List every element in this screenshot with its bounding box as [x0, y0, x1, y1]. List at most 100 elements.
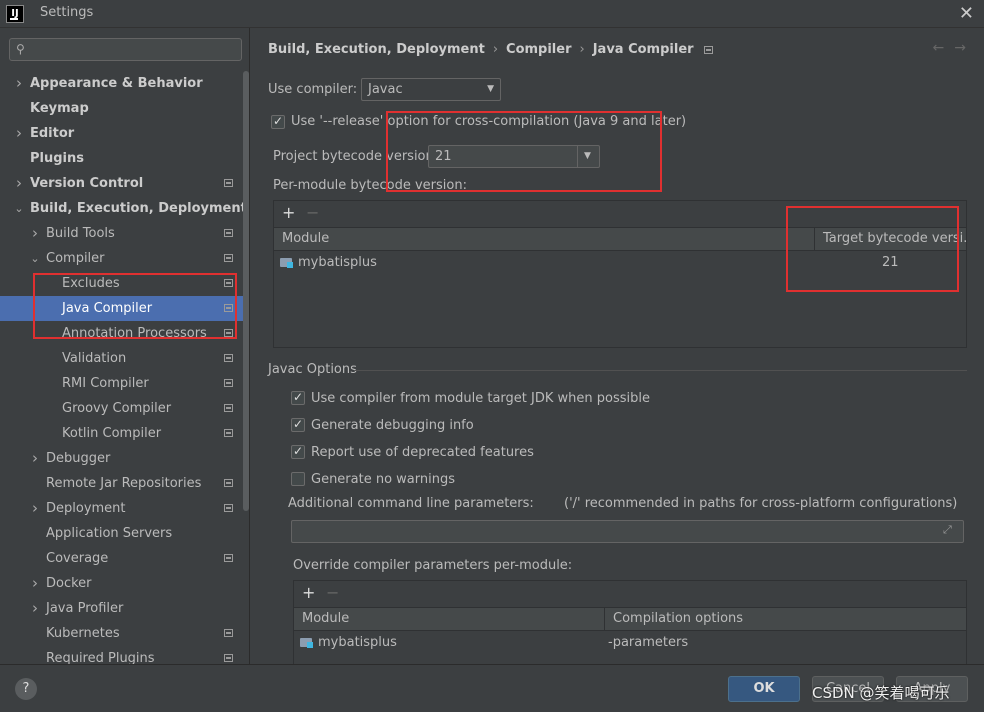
sidebar-item-application-servers[interactable]: Application Servers — [0, 521, 249, 546]
sidebar-item-kotlin-compiler[interactable]: Kotlin Compiler — [0, 421, 249, 446]
use-compiler-select[interactable]: Javac ▼ — [361, 78, 501, 101]
back-arrow-icon[interactable]: ← — [933, 40, 955, 56]
project-settings-icon — [224, 429, 233, 437]
sidebar-item-deployment[interactable]: › Deployment — [0, 496, 249, 521]
intellij-app-icon: IJ — [6, 5, 24, 23]
additional-params-label: Additional command line parameters: — [288, 496, 534, 511]
sidebar-item-keymap[interactable]: Keymap — [0, 96, 249, 121]
ok-button[interactable]: OK — [728, 676, 800, 702]
sidebar-item-java-profiler[interactable]: › Java Profiler — [0, 596, 249, 621]
java-compiler-panel: Build, Execution, Deployment › Compiler › Ja… — [251, 28, 984, 668]
chevron-right-icon[interactable]: › — [14, 121, 24, 146]
chevron-right-icon[interactable]: › — [30, 596, 40, 621]
table-row[interactable]: mybatisplus -parameters — [294, 631, 966, 655]
deprecated-checkbox[interactable] — [291, 444, 305, 459]
breadcrumb-java-compiler: Java Compiler — [592, 42, 694, 57]
sidebar-item-label: Annotation Processors — [62, 326, 207, 341]
project-settings-icon — [224, 654, 233, 662]
sidebar-item-label: Remote Jar Repositories — [46, 476, 202, 491]
sidebar-item-excludes[interactable]: Excludes — [0, 271, 249, 296]
settings-sidebar: ⚲ › Appearance & Behavior Keymap › Editor Plu… — [0, 28, 250, 664]
module-name: mybatisplus — [298, 255, 377, 270]
add-icon[interactable]: + — [282, 203, 295, 222]
help-icon[interactable]: ? — [15, 678, 37, 700]
chevron-right-icon[interactable]: › — [30, 221, 40, 246]
chevron-right-icon[interactable]: › — [14, 171, 24, 196]
breadcrumb-separator: › — [579, 42, 585, 57]
sidebar-item-build-tools[interactable]: › Build Tools — [0, 221, 249, 246]
section-divider — [355, 370, 967, 371]
no-warnings-label: Generate no warnings — [311, 472, 456, 487]
release-option-checkbox[interactable] — [271, 114, 285, 129]
use-module-jdk-label: Use compiler from module target JDK when… — [311, 391, 650, 406]
sidebar-item-kubernetes[interactable]: Kubernetes — [0, 621, 249, 646]
sidebar-item-rmi-compiler[interactable]: RMI Compiler — [0, 371, 249, 396]
sidebar-item-label: Application Servers — [46, 526, 173, 541]
sidebar-item-docker[interactable]: › Docker — [0, 571, 249, 596]
table-toolbar: + − — [294, 581, 966, 605]
add-icon[interactable]: + — [302, 583, 315, 602]
sidebar-item-appearance-behavior[interactable]: › Appearance & Behavior — [0, 71, 249, 96]
sidebar-item-label: RMI Compiler — [62, 376, 149, 391]
sidebar-item-label: Build, Execution, Deployment — [30, 201, 247, 216]
table-header: Module Compilation options — [294, 607, 966, 631]
module-name: mybatisplus — [318, 635, 397, 650]
project-settings-icon — [224, 354, 233, 362]
search-icon: ⚲ — [16, 42, 25, 56]
chevron-right-icon[interactable]: › — [30, 571, 40, 596]
additional-params-hint: ('/' recommended in paths for cross-plat… — [564, 496, 958, 511]
column-header-module[interactable]: Module — [294, 608, 604, 630]
sidebar-item-label: Java Compiler — [62, 301, 153, 316]
chevron-right-icon[interactable]: › — [30, 496, 40, 521]
close-icon[interactable]: ✕ — [959, 3, 974, 24]
sidebar-item-editor[interactable]: › Editor — [0, 121, 249, 146]
sidebar-item-annotation-processors[interactable]: Annotation Processors — [0, 321, 249, 346]
bytecode-version-select[interactable]: 21 ▼ — [428, 145, 600, 168]
chevron-down-icon[interactable]: ⌄ — [30, 246, 40, 271]
forward-arrow-icon[interactable]: → — [954, 40, 976, 56]
project-settings-icon — [224, 179, 233, 187]
dropdown-button: ▼ — [577, 146, 599, 167]
chevron-right-icon[interactable]: › — [30, 446, 40, 471]
sidebar-item-coverage[interactable]: Coverage — [0, 546, 249, 571]
debug-info-checkbox[interactable] — [291, 417, 305, 432]
column-header-module[interactable]: Module — [274, 228, 814, 250]
module-bytecode-table: + − Module Target bytecode versi... myba… — [273, 200, 967, 348]
use-compiler-value: Javac — [368, 82, 403, 97]
chevron-right-icon[interactable]: › — [14, 71, 24, 96]
breadcrumb-separator: › — [492, 42, 499, 57]
project-settings-icon — [224, 404, 233, 412]
sidebar-item-validation[interactable]: Validation — [0, 346, 249, 371]
sidebar-item-remote-jar-repositories[interactable]: Remote Jar Repositories — [0, 471, 249, 496]
sidebar-item-plugins[interactable]: Plugins — [0, 146, 249, 171]
project-settings-icon — [224, 279, 233, 287]
column-header-compilation-options[interactable]: Compilation options — [604, 608, 966, 630]
sidebar-item-version-control[interactable]: › Version Control — [0, 171, 249, 196]
sidebar-item-java-compiler[interactable]: Java Compiler — [0, 296, 249, 321]
table-row[interactable]: mybatisplus 21 — [274, 251, 966, 275]
title-bar: IJ Settings ✕ — [0, 0, 984, 28]
project-settings-icon — [224, 254, 233, 262]
expand-icon[interactable]: ⤢ — [943, 523, 978, 537]
window-title: Settings — [40, 5, 94, 20]
no-warnings-checkbox[interactable] — [291, 472, 305, 486]
settings-search-input[interactable]: ⚲ — [9, 38, 242, 61]
javac-options-title: Javac Options — [268, 362, 357, 377]
sidebar-item-required-plugins[interactable]: Required Plugins — [0, 646, 249, 664]
sidebar-item-build-execution-deployment[interactable]: ⌄ Build, Execution, Deployment — [0, 196, 249, 221]
project-settings-icon — [224, 479, 233, 487]
project-settings-icon — [224, 329, 233, 337]
settings-tree: › Appearance & Behavior Keymap › Editor Plugi… — [0, 71, 249, 664]
sidebar-item-debugger[interactable]: › Debugger — [0, 446, 249, 471]
sidebar-scrollbar[interactable] — [243, 71, 249, 511]
project-settings-icon — [224, 229, 233, 237]
chevron-down-icon[interactable]: ⌄ — [14, 196, 24, 221]
additional-params-input[interactable] — [291, 520, 964, 543]
sidebar-item-groovy-compiler[interactable]: Groovy Compiler — [0, 396, 249, 421]
sidebar-item-compiler[interactable]: ⌄ Compiler — [0, 246, 249, 271]
use-module-jdk-checkbox[interactable] — [291, 390, 305, 405]
table-header: Module Target bytecode versi... — [274, 227, 966, 251]
column-header-target-version[interactable]: Target bytecode versi... — [814, 228, 966, 250]
remove-icon: − — [326, 583, 340, 602]
sidebar-item-label: Excludes — [62, 276, 120, 291]
